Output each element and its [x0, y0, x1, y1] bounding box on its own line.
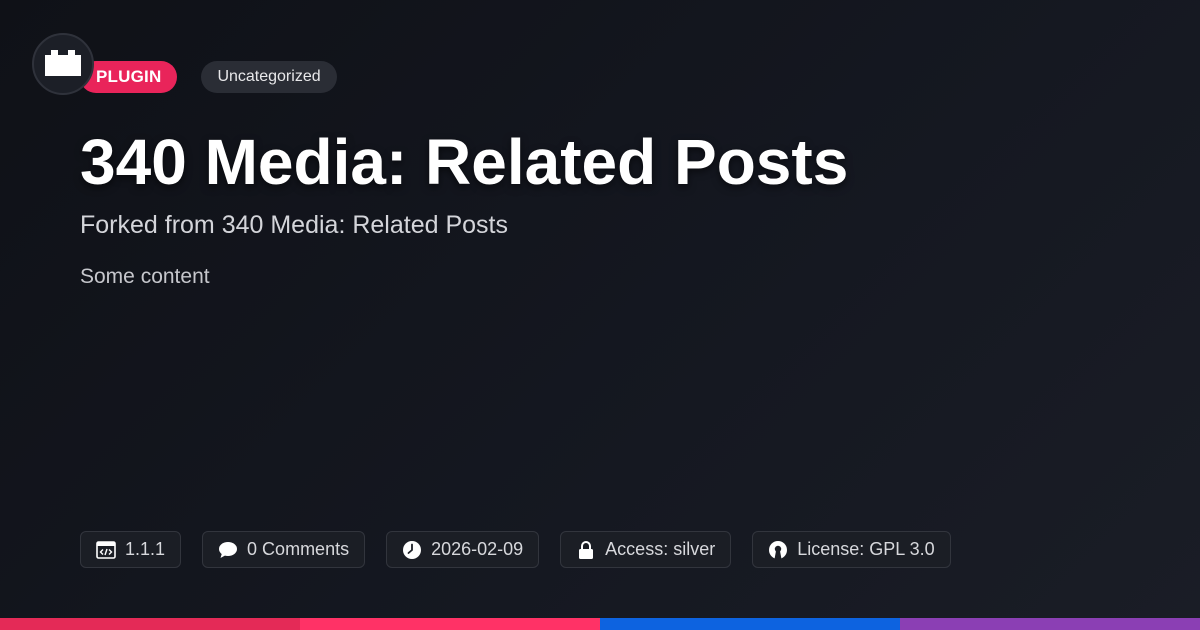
date-label: 2026-02-09	[431, 539, 524, 559]
license-label: License: GPL 3.0	[797, 539, 935, 559]
stripe-4	[900, 618, 1200, 630]
version-label: 1.1.1	[125, 539, 166, 559]
clock-icon	[402, 540, 422, 560]
stripe-3	[600, 618, 900, 630]
stripe-2	[300, 618, 600, 630]
stripe-1	[0, 618, 300, 630]
license-chip: License: GPL 3.0	[752, 531, 951, 568]
access-chip: Access: silver	[560, 531, 732, 568]
date-chip: 2026-02-09	[386, 531, 540, 568]
plugin-brick-icon	[45, 50, 81, 76]
type-badge[interactable]: PLUGIN	[80, 61, 178, 93]
lock-icon	[576, 540, 596, 560]
comment-bubble-icon	[218, 540, 238, 560]
badge-row: PLUGIN Uncategorized	[80, 61, 337, 93]
comments-label: 0 Comments	[247, 539, 350, 559]
category-badge[interactable]: Uncategorized	[201, 61, 337, 93]
logo	[32, 33, 94, 95]
open-source-icon	[768, 540, 788, 560]
meta-row: 1.1.1 0 Comments 2026-02-09 Access: silv…	[80, 531, 951, 568]
code-window-icon	[96, 540, 116, 560]
comments-chip[interactable]: 0 Comments	[202, 531, 366, 568]
version-chip: 1.1.1	[80, 531, 182, 568]
subtitle: Forked from 340 Media: Related Posts	[80, 211, 508, 239]
post-content: Some content	[80, 265, 210, 288]
page-title: 340 Media: Related Posts	[80, 126, 849, 198]
color-stripe-bar	[0, 618, 1200, 630]
access-label: Access: silver	[605, 539, 716, 559]
